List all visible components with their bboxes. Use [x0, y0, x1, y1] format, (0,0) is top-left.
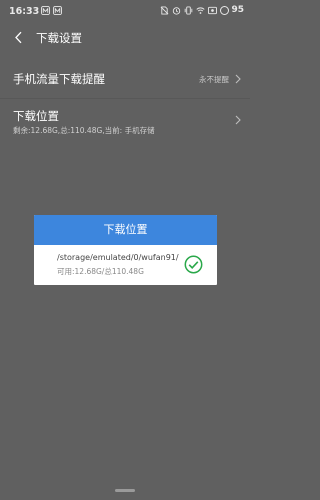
battery-icon [220, 5, 230, 15]
check-circle-icon [184, 255, 203, 274]
battery-percentage: 95 [231, 5, 244, 15]
download-location-detail: 剩余:12.68G,总:110.48G,当前: 手机存储 [13, 126, 155, 135]
status-bar: 16:33 95 [0, 0, 250, 22]
mobile-data-reminder-row[interactable]: 手机流量下载提醒 永不提醒 [0, 62, 250, 96]
app-m-icon [53, 6, 62, 15]
chevron-left-icon [14, 31, 21, 43]
mobile-data-reminder-label: 手机流量下载提醒 [13, 72, 105, 86]
divider [0, 98, 250, 99]
back-button[interactable] [10, 29, 26, 45]
no-sim-icon [160, 5, 169, 15]
chevron-right-icon [235, 74, 241, 84]
download-location-label: 下载位置 [13, 109, 59, 123]
screen-record-icon [208, 6, 218, 15]
download-location-dialog: 下载位置 /storage/emulated/0/wufan91/ 可用:12.… [34, 215, 217, 285]
dialog-title: 下载位置 [34, 215, 217, 245]
mobile-data-reminder-value: 永不提醒 [199, 75, 229, 84]
chevron-right-icon [235, 115, 241, 125]
alarm-icon [172, 6, 181, 15]
home-indicator[interactable] [115, 489, 135, 492]
battery-indicator: 95 [220, 5, 244, 15]
status-right-icons: 95 [160, 5, 244, 15]
status-left-icons [41, 6, 62, 15]
download-location-row[interactable]: 下载位置 剩余:12.68G,总:110.48G,当前: 手机存储 [0, 103, 250, 139]
app-header: 下载设置 [0, 22, 250, 52]
app-m-icon [41, 6, 50, 15]
storage-path: /storage/emulated/0/wufan91/ [57, 253, 179, 262]
wifi-icon [196, 6, 206, 15]
vibrate-icon [184, 5, 193, 15]
storage-space: 可用:12.68G/总110.48G [57, 267, 144, 276]
status-time: 16:33 [9, 6, 40, 17]
storage-option[interactable]: /storage/emulated/0/wufan91/ 可用:12.68G/总… [34, 245, 217, 285]
page-title: 下载设置 [36, 31, 82, 45]
